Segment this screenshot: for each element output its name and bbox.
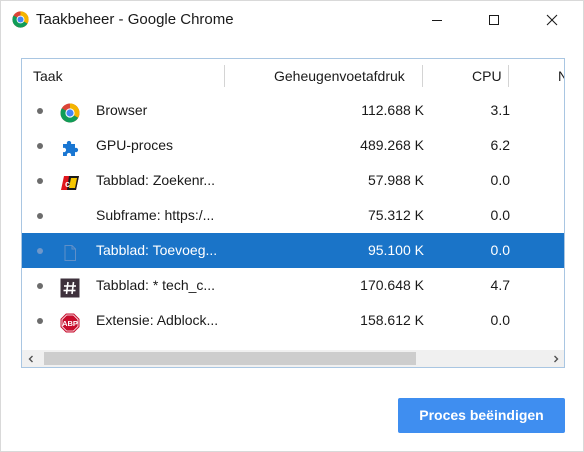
process-memory: 489.268 K bbox=[360, 137, 424, 153]
row-bullet bbox=[37, 248, 43, 254]
column-divider[interactable] bbox=[508, 65, 509, 87]
process-memory: 75.312 K bbox=[367, 207, 424, 223]
process-row[interactable]: Subframe: https:/... 75.312 K 0.0 bbox=[22, 198, 564, 233]
process-list: Browser 112.688 K 3.1 GPU-proces 489.268… bbox=[22, 93, 564, 338]
puzzle-piece-icon bbox=[60, 136, 80, 156]
process-row[interactable]: ABP Extensie: Adblock... 158.612 K 0.0 bbox=[22, 303, 564, 338]
process-cpu: 0.0 bbox=[490, 172, 510, 188]
row-bullet bbox=[37, 213, 43, 219]
process-cpu: 0.0 bbox=[490, 242, 510, 258]
maximize-icon bbox=[489, 15, 499, 25]
process-row[interactable]: GPU-proces 489.268 K 6.2 bbox=[22, 128, 564, 163]
column-header-task[interactable]: Taak bbox=[33, 59, 63, 93]
horizontal-scrollbar[interactable] bbox=[22, 350, 564, 367]
window-title: Taakbeheer - Google Chrome bbox=[36, 11, 234, 28]
process-cpu: 0.0 bbox=[490, 312, 510, 328]
process-memory: 57.988 K bbox=[367, 172, 424, 188]
process-row[interactable]: Tabblad: * tech_c... 170.648 K 4.7 bbox=[22, 268, 564, 303]
scroll-right-button[interactable] bbox=[547, 350, 564, 367]
site-favicon-icon: c bbox=[60, 171, 80, 191]
chrome-logo-icon bbox=[12, 11, 29, 28]
process-name: GPU-proces bbox=[96, 137, 174, 153]
process-row[interactable]: c Tabblad: Zoekenr... 57.988 K 0.0 bbox=[22, 163, 564, 198]
process-memory: 112.688 K bbox=[361, 102, 424, 118]
process-name: Tabblad: Toevoeg... bbox=[96, 242, 218, 258]
process-memory: 95.100 K bbox=[367, 242, 424, 258]
process-name: Browser bbox=[96, 102, 148, 118]
column-divider[interactable] bbox=[224, 65, 225, 87]
close-button[interactable] bbox=[529, 1, 575, 39]
process-cpu: 4.7 bbox=[490, 277, 510, 293]
row-bullet bbox=[37, 178, 43, 184]
scroll-left-button[interactable] bbox=[22, 350, 39, 367]
end-process-button[interactable]: Proces beëindigen bbox=[398, 398, 565, 433]
process-memory: 170.648 K bbox=[360, 277, 424, 293]
adblock-abp-icon: ABP bbox=[60, 311, 80, 333]
process-row-selected[interactable]: Tabblad: Toevoeg... 95.100 K 0.0 bbox=[22, 233, 564, 268]
svg-text:ABP: ABP bbox=[62, 319, 78, 328]
column-divider[interactable] bbox=[422, 65, 423, 87]
svg-text:c: c bbox=[65, 179, 70, 189]
row-bullet bbox=[37, 108, 43, 114]
scrollbar-thumb[interactable] bbox=[44, 352, 416, 365]
row-bullet bbox=[37, 143, 43, 149]
process-cpu: 3.1 bbox=[490, 102, 510, 118]
minimize-button[interactable] bbox=[414, 1, 460, 39]
table-header: Taak Geheugenvoetafdruk CPU N bbox=[22, 59, 564, 93]
process-name: Subframe: https:/... bbox=[96, 207, 215, 223]
blank-page-icon bbox=[60, 241, 80, 261]
process-memory: 158.612 K bbox=[360, 312, 424, 328]
task-manager-window: Taakbeheer - Google Chrome Taak Geheugen… bbox=[0, 0, 584, 452]
process-name: Tabblad: * tech_c... bbox=[96, 277, 216, 293]
minimize-icon bbox=[432, 20, 442, 21]
column-header-memory[interactable]: Geheugenvoetafdruk bbox=[274, 59, 405, 93]
column-header-next[interactable]: N bbox=[558, 59, 564, 93]
chevron-right-icon bbox=[553, 355, 558, 362]
process-cpu: 6.2 bbox=[490, 137, 510, 153]
process-name: Tabblad: Zoekenr... bbox=[96, 172, 216, 188]
process-name: Extensie: Adblock... bbox=[96, 312, 219, 328]
column-header-cpu[interactable]: CPU bbox=[472, 59, 502, 93]
chevron-left-icon bbox=[28, 355, 33, 362]
title-bar[interactable]: Taakbeheer - Google Chrome bbox=[1, 1, 583, 39]
chrome-logo-icon bbox=[60, 101, 80, 123]
maximize-button[interactable] bbox=[471, 1, 517, 39]
process-cpu: 0.0 bbox=[490, 207, 510, 223]
row-bullet bbox=[37, 283, 43, 289]
hashtag-icon bbox=[60, 276, 80, 298]
process-table[interactable]: Taak Geheugenvoetafdruk CPU N bbox=[21, 58, 565, 368]
process-row[interactable]: Browser 112.688 K 3.1 bbox=[22, 93, 564, 128]
close-icon bbox=[546, 14, 558, 26]
row-bullet bbox=[37, 318, 43, 324]
